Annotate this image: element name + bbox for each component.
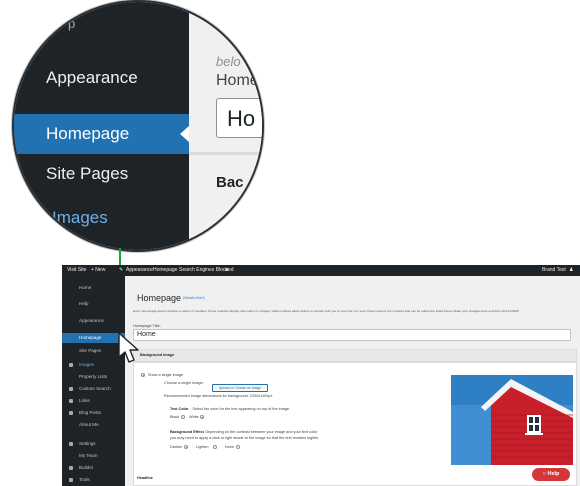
sidebar-item-images[interactable]: Images: [62, 360, 125, 370]
user-menu[interactable]: Brand Test: [542, 265, 566, 276]
black-option-label: Black: [170, 415, 180, 419]
sidebar-item-label: Appearance: [79, 318, 104, 323]
sidebar-item-label: Homepage: [79, 335, 102, 340]
sidebar-item-label: Images: [79, 362, 95, 367]
sidebar-item-tools[interactable]: Tools: [62, 475, 125, 485]
sidebar-item-settings[interactable]: Settings: [62, 439, 125, 449]
sidebar-item-property-lists[interactable]: Property Lists: [62, 372, 125, 382]
zoom-label-fragment: Home: [216, 72, 259, 89]
links-icon: [69, 399, 73, 403]
black-radio[interactable]: [181, 415, 185, 419]
show-single-label: Show a single image: [148, 373, 184, 377]
zoom-sidebar-item-appearance[interactable]: Appearance: [14, 58, 189, 98]
sidebar-item-label: My Team: [79, 453, 98, 458]
red-house-illustration: [451, 375, 573, 465]
none-radio[interactable]: [236, 445, 240, 449]
text-color-label: Text Color: [170, 407, 189, 411]
sidebar-item-label: About Me: [79, 422, 99, 427]
sidebar-item-label: Settings: [79, 441, 96, 446]
lighten-radio[interactable]: [213, 445, 217, 449]
sidebar-item-links[interactable]: Links: [62, 396, 125, 406]
toolbar-square-icon: ■: [225, 267, 229, 273]
darken-option-label: Darken: [170, 445, 183, 449]
background-preview-image: [451, 375, 573, 465]
show-single-radio[interactable]: [141, 373, 145, 377]
sidebar-item-about-me[interactable]: About Me: [62, 420, 125, 430]
sidebar-item-builder[interactable]: Builder: [62, 463, 125, 473]
visit-site-link[interactable]: Visit Site: [67, 265, 86, 276]
sidebar-item-label: Tools: [79, 477, 90, 482]
appearance-link[interactable]: Appearance: [126, 265, 153, 276]
user-avatar-icon: ♟: [569, 267, 574, 273]
pin-icon: [69, 411, 73, 415]
white-option-label: White: [189, 415, 199, 419]
admin-bar: Visit Site + New ✎ Appearance Homepage S…: [62, 265, 580, 276]
sidebar-item-my-team[interactable]: My Team: [62, 451, 125, 461]
sidebar-item-label: Blog Posts: [79, 410, 101, 415]
background-panel-header[interactable]: Background Image: [133, 349, 577, 362]
settings-icon: [69, 442, 73, 446]
sidebar-item-site-pages[interactable]: Site Pages: [62, 346, 125, 356]
search-icon: [69, 387, 73, 391]
sidebar-item-custom-search[interactable]: Custom Search: [62, 384, 125, 394]
white-radio[interactable]: [200, 415, 204, 419]
sidebar-item-home[interactable]: Home: [62, 283, 125, 293]
sidebar-item-help[interactable]: Help: [62, 299, 125, 309]
choose-single-label: Choose a single image:: [164, 381, 204, 385]
text-color-help: - Select the color for the text appearin…: [190, 407, 291, 411]
zoom-top-fragment: p: [68, 16, 76, 31]
zoom-sidebar-item-images[interactable]: Images: [14, 198, 189, 238]
zoom-sidebar-item-homepage[interactable]: Homepage: [14, 114, 189, 154]
builder-icon: [69, 466, 73, 470]
zoom-callout: p Appearance Homepage Site Pages Images …: [12, 0, 264, 252]
zoom-divider: [189, 152, 262, 155]
images-icon: [69, 363, 73, 367]
sidebar: Home Help Appearance Homepage Site Pages…: [62, 276, 125, 486]
sidebar-item-label: Help: [79, 301, 89, 306]
page-title: Homepage: [137, 293, 182, 303]
sidebar-item-blog-posts[interactable]: Blog Posts: [62, 408, 125, 418]
sidebar-item-label: Custom Search: [79, 386, 111, 391]
sidebar-item-appearance[interactable]: Appearance: [62, 316, 125, 326]
recommended-dimensions: Recommended image dimensions for backgro…: [164, 394, 273, 398]
sidebar-item-label: Site Pages: [79, 348, 102, 353]
effect-help-line-2: you may need to apply a dark or light sh…: [170, 436, 320, 440]
darken-radio[interactable]: [184, 445, 188, 449]
help-label: Help: [547, 471, 560, 477]
zoom-title-input[interactable]: Ho: [216, 98, 262, 138]
sidebar-item-label: Property Lists: [79, 374, 108, 379]
sidebar-item-label: Links: [79, 398, 90, 403]
homepage-link[interactable]: Homepage: [153, 265, 177, 276]
pointer-cursor-icon: [118, 332, 139, 363]
help-button[interactable]: ○ Help: [532, 468, 570, 481]
sidebar-item-label: Home: [79, 285, 92, 290]
homepage-title-label: Homepage Title:: [133, 324, 161, 328]
none-option-label: None: [225, 445, 235, 449]
new-link[interactable]: + New: [91, 265, 105, 276]
zoom-sub-fragment: belo: [216, 54, 241, 69]
zoom-sidebar-item-site-pages[interactable]: Site Pages: [14, 154, 189, 194]
sidebar-item-label: Builder: [79, 465, 94, 470]
sidebar-item-homepage[interactable]: Homepage: [62, 333, 125, 343]
headline-section-label: Headline: [137, 476, 153, 480]
brush-icon: ✎: [119, 267, 124, 273]
wp-admin-screen: Visit Site + New ✎ Appearance Homepage S…: [62, 265, 580, 486]
upload-image-button[interactable]: Upload or Choose an Image: [212, 384, 268, 392]
page-description: Every homepage layout contains a variety…: [133, 309, 520, 313]
whats-this-link[interactable]: (What's this?): [183, 296, 205, 300]
lighten-option-label: Lighten: [196, 445, 209, 449]
effect-label: Background Effect: [170, 430, 204, 434]
effect-help-line-1: - Depending on the contrast between your…: [203, 430, 318, 434]
zoom-back-fragment: Bac: [216, 174, 244, 191]
homepage-title-input[interactable]: Home: [133, 329, 571, 341]
tools-icon: [69, 478, 73, 482]
